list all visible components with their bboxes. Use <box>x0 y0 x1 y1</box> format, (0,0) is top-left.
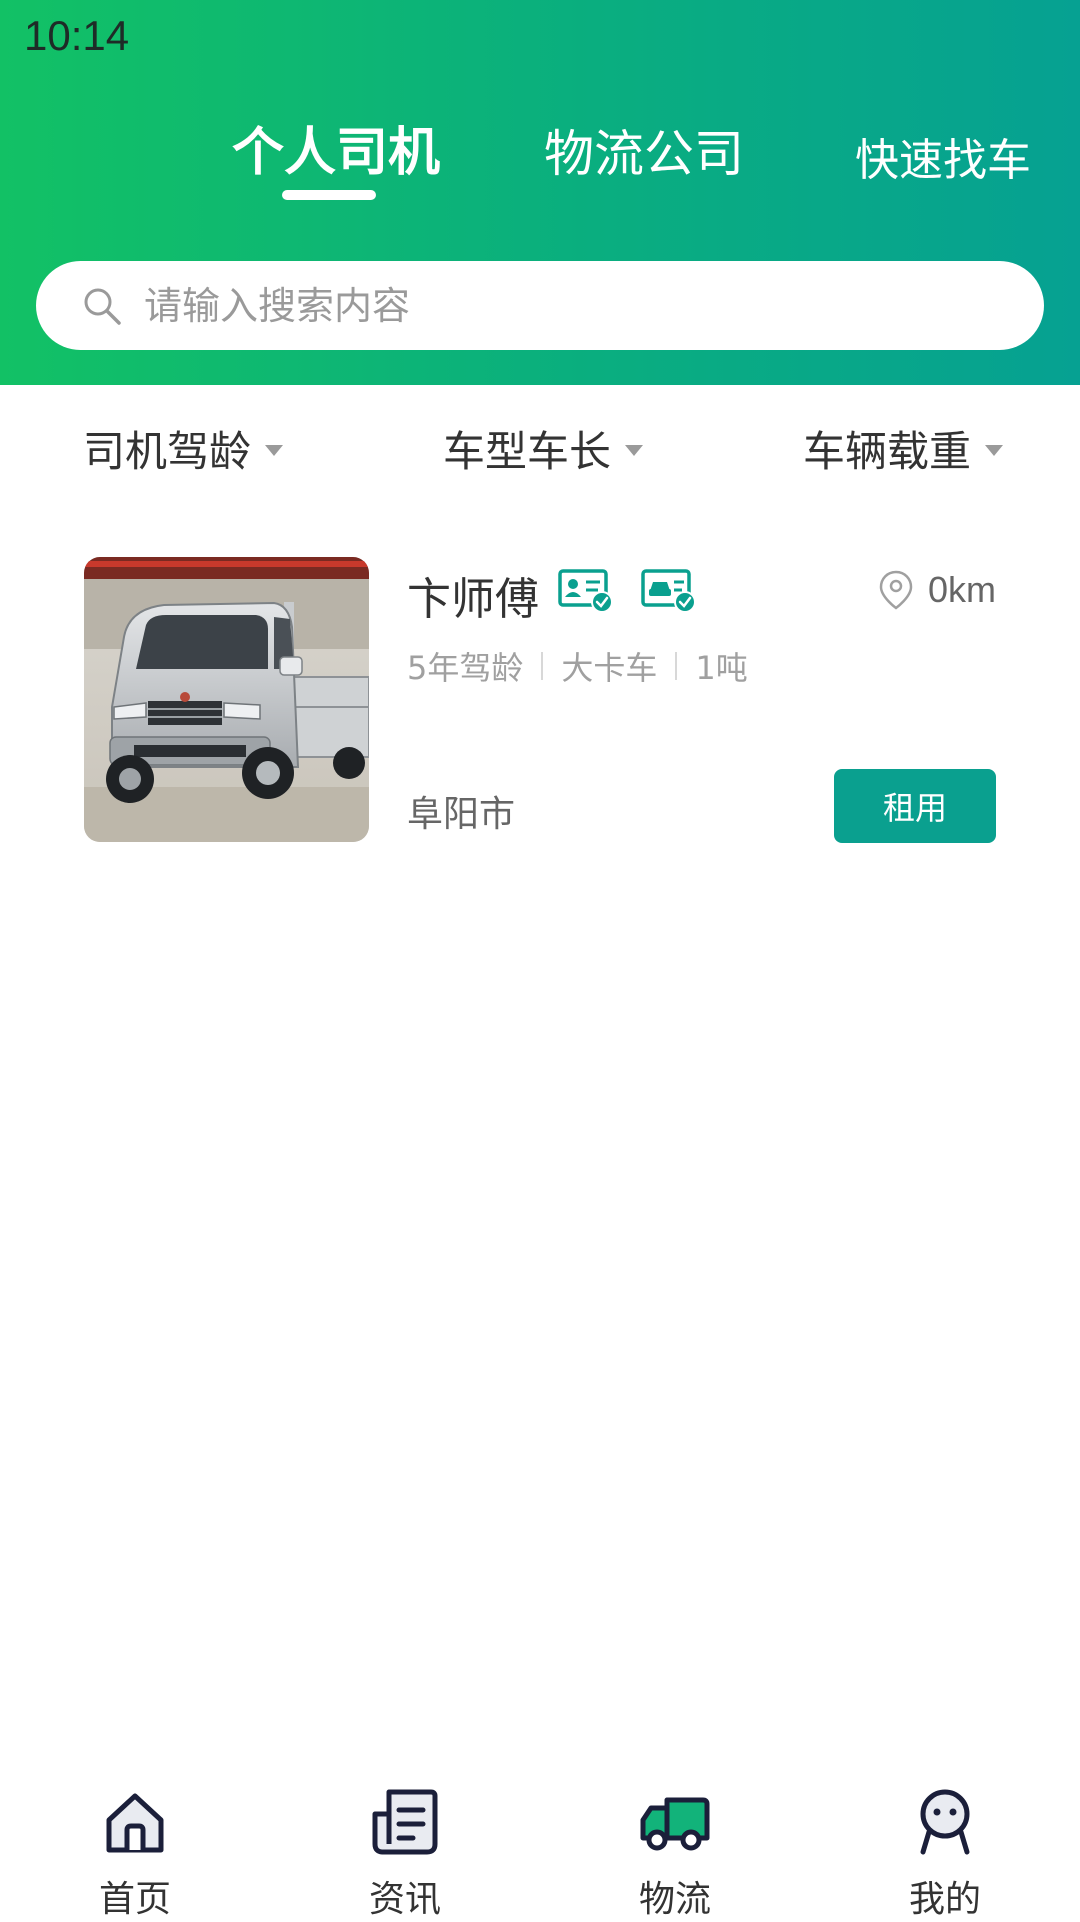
nav-label: 首页 <box>98 1879 171 1920</box>
profile-icon <box>909 1786 981 1858</box>
filter-driving-experience[interactable]: 司机驾龄 <box>83 418 284 479</box>
rent-button[interactable]: 租用 <box>834 769 996 843</box>
nav-item-news[interactable]: 资讯 <box>305 1786 505 1920</box>
divider <box>675 652 678 680</box>
truck-icon <box>639 1786 711 1858</box>
tab-quick-find-vehicle[interactable]: 快速找车 <box>855 124 1031 188</box>
nav-label: 物流 <box>638 1879 711 1920</box>
bottom-nav: 首页 资讯 物流 我的 <box>0 1770 1080 1920</box>
caret-down-icon <box>985 445 1004 456</box>
header: 10:14 个人司机 物流公司 快速找车 <box>0 0 1080 385</box>
filter-vehicle-type-length[interactable]: 车型车长 <box>443 418 644 479</box>
distance-value: 0km <box>927 569 996 610</box>
vehicle-type: 大卡车 <box>561 649 658 687</box>
filter-label: 车辆载重 <box>803 427 972 476</box>
distance-info: 0km <box>878 569 996 611</box>
nav-item-home[interactable]: 首页 <box>35 1786 235 1920</box>
active-tab-indicator <box>282 190 376 200</box>
location-pin-icon <box>878 569 914 611</box>
search-bar[interactable] <box>36 261 1044 350</box>
caret-down-icon <box>265 445 284 456</box>
filter-vehicle-load[interactable]: 车辆载重 <box>803 418 1004 479</box>
tab-logistics-company[interactable]: 物流公司 <box>544 114 744 186</box>
driver-name: 卞师傅 <box>407 574 539 625</box>
driver-meta: 5年驾龄 大卡车 1吨 <box>407 643 748 689</box>
filter-label: 车型车长 <box>443 427 612 476</box>
search-input[interactable] <box>142 274 1006 337</box>
truck-photo <box>84 557 369 842</box>
license-verified-icon <box>558 567 614 613</box>
nav-label: 我的 <box>908 1879 981 1920</box>
divider <box>541 652 544 680</box>
driving-experience: 5年驾龄 <box>407 649 524 687</box>
driver-card[interactable]: 卞师傅 0km 5年驾龄 大卡车 1吨 阜阳市 租用 <box>84 557 996 843</box>
caret-down-icon <box>625 445 644 456</box>
status-bar-time: 10:14 <box>24 12 130 59</box>
filter-label: 司机驾龄 <box>83 427 252 476</box>
news-icon <box>369 1786 441 1858</box>
search-icon <box>82 286 122 326</box>
nav-item-logistics[interactable]: 物流 <box>575 1786 775 1920</box>
nav-label: 资讯 <box>368 1879 441 1920</box>
nav-item-profile[interactable]: 我的 <box>845 1786 1045 1920</box>
vehicle-load: 1吨 <box>695 649 748 687</box>
tab-personal-driver[interactable]: 个人司机 <box>232 110 440 185</box>
vehicle-verified-icon <box>641 567 697 613</box>
home-icon <box>99 1786 171 1858</box>
driver-city: 阜阳市 <box>407 794 516 835</box>
